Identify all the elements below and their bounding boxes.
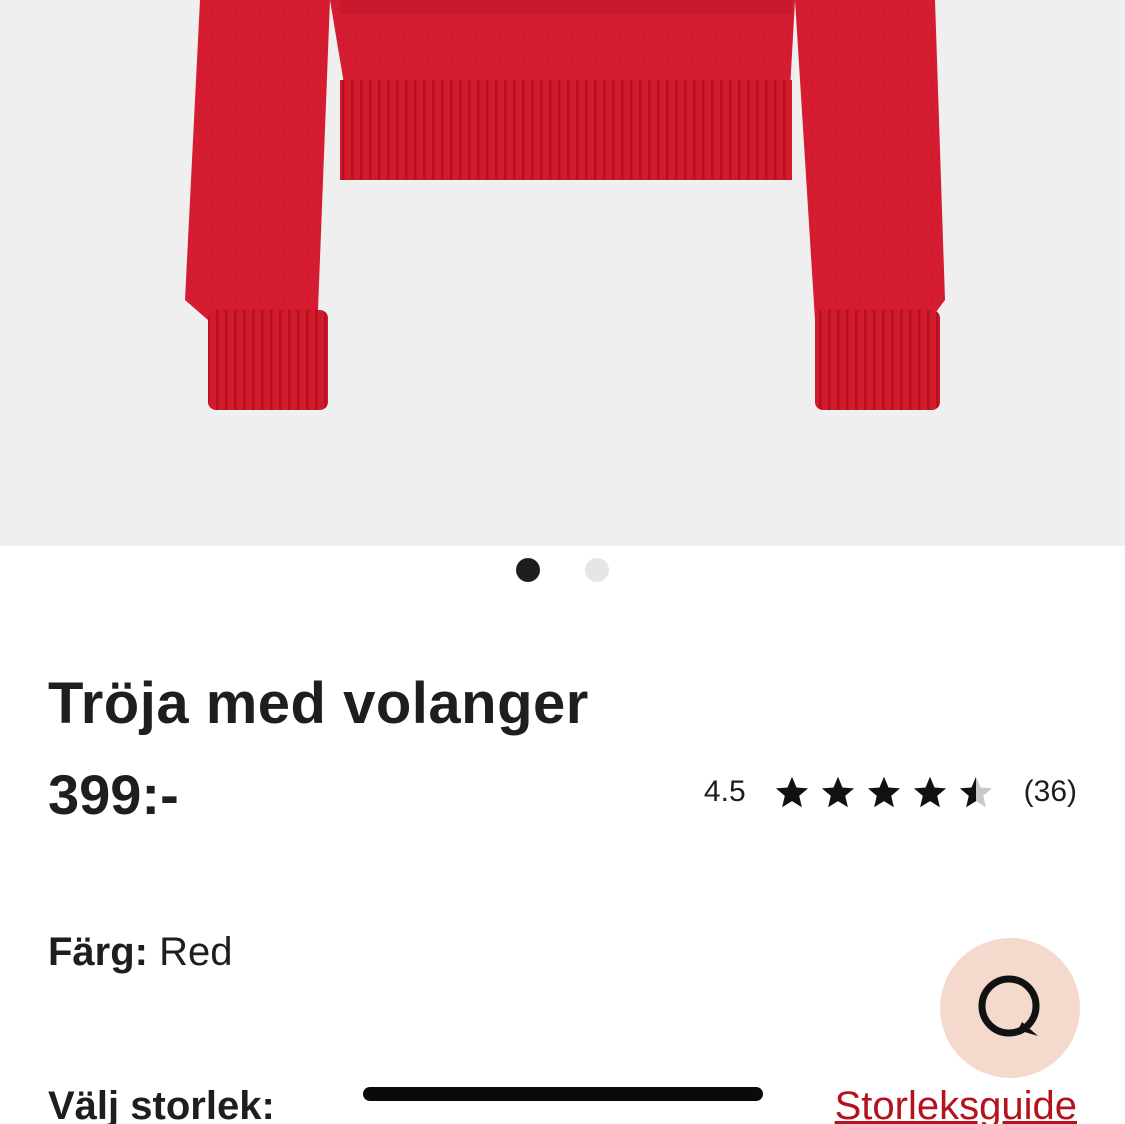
star-icon xyxy=(775,776,808,808)
size-guide-link[interactable]: Storleksguide xyxy=(835,1084,1077,1124)
size-label: Välj storlek: xyxy=(48,1084,275,1124)
half-star-icon xyxy=(959,776,992,808)
rating-count: (36) xyxy=(1023,775,1077,808)
rating-value: 4.5 xyxy=(703,775,746,808)
star-icon xyxy=(913,776,946,808)
chat-button[interactable] xyxy=(940,938,1080,1078)
pagination-dot[interactable] xyxy=(585,558,609,582)
product-title: Tröja med volanger xyxy=(48,671,589,736)
chat-icon xyxy=(978,975,1040,1037)
color-label: Färg: xyxy=(48,930,148,974)
color-value: Red xyxy=(159,930,233,974)
home-indicator[interactable] xyxy=(363,1087,763,1101)
color-selection: Färg: Red xyxy=(48,930,233,975)
product-rating[interactable]: 4.5 (36) xyxy=(704,770,1077,814)
product-price: 399:- xyxy=(48,763,179,826)
gallery-pagination xyxy=(0,558,1125,582)
pagination-dot-active[interactable] xyxy=(516,558,540,582)
sweater-image xyxy=(185,0,945,410)
rating-stars xyxy=(774,774,994,810)
star-icon xyxy=(821,776,854,808)
star-icon xyxy=(867,776,900,808)
product-image[interactable] xyxy=(0,0,1125,546)
